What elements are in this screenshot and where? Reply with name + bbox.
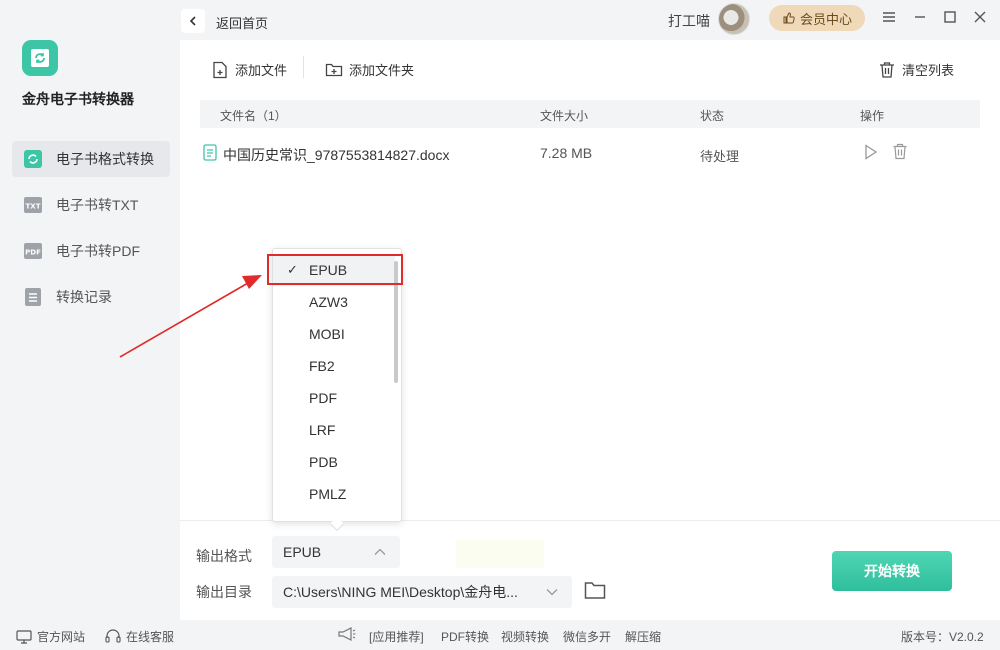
clear-list-label: 清空列表 [902,63,955,78]
format-option-label: PDB [309,454,338,470]
format-option-lrf[interactable]: LRF [273,414,395,446]
svg-text:TXT: TXT [26,203,41,211]
headset-icon [105,629,121,643]
monitor-icon [16,629,32,644]
chevron-up-icon [374,548,386,555]
add-file-button[interactable]: 添加文件 [211,60,287,79]
sidebar-nav: 电子书格式转换 TXT 电子书转TXT PDF 电子书转PDF 转换记录 [12,141,170,325]
play-icon[interactable] [864,144,878,163]
txt-file-icon: TXT [22,194,44,216]
official-website-link[interactable]: 官方网站 [16,628,85,645]
avatar[interactable] [718,3,750,35]
sidebar: 金舟电子书转换器 电子书格式转换 TXT 电子书转TXT PDF 电子书转PDF… [0,0,180,650]
file-status: 待处理 [700,149,740,164]
minimize-icon[interactable] [911,8,929,26]
format-option-mobi[interactable]: MOBI [273,318,395,350]
trash-icon [880,61,894,78]
format-option-label: LRF [309,422,336,438]
app-recommend-label: [应用推荐] [369,630,424,644]
official-website-label: 官方网站 [37,630,86,644]
username[interactable]: 打工喵 [668,11,710,31]
delete-icon[interactable] [892,143,908,163]
start-convert-button[interactable]: 开始转换 [832,551,952,591]
format-option-azw3[interactable]: AZW3 [273,286,395,318]
sidebar-item-format-convert[interactable]: 电子书格式转换 [12,141,170,177]
format-option-pdb[interactable]: PDB [273,446,395,478]
sidebar-item-history[interactable]: 转换记录 [12,279,170,315]
add-folder-label: 添加文件夹 [349,63,415,78]
sidebar-item-label: 转换记录 [56,289,112,305]
output-dir-label: 输出目录 [196,584,252,600]
back-button[interactable] [181,9,205,33]
vip-label: 会员中心 [799,11,852,27]
table-row: 中国历史常识_9787553814827.docx 7.28 MB 待处理 [200,140,980,166]
folder-open-button[interactable] [584,580,606,602]
svg-text:PDF: PDF [25,249,41,257]
format-option-label: PDF [309,390,337,406]
format-option-label: PMLZ [309,486,347,502]
document-icon [203,144,217,164]
output-format-value: EPUB [283,544,322,560]
sidebar-item-label: 电子书转PDF [56,243,140,259]
header-filename: 文件名（1） [220,109,287,123]
app-name: 金舟电子书转换器 [22,91,134,107]
file-size: 7.28 MB [540,145,593,161]
sidebar-item-to-txt[interactable]: TXT 电子书转TXT [12,187,170,223]
add-file-label: 添加文件 [235,63,288,78]
close-icon[interactable] [971,8,989,26]
footer-link-unzip[interactable]: 解压缩 [625,628,661,645]
clear-list-button[interactable]: 清空列表 [878,60,954,79]
vip-center-button[interactable]: 会员中心 [769,5,865,31]
format-option-label: AZW3 [309,294,348,310]
maximize-icon[interactable] [941,8,959,26]
format-option-pmlz[interactable]: PMLZ [273,478,395,510]
footer-link-pdf-convert[interactable]: PDF转换 [441,628,489,645]
format-option-fb2[interactable]: FB2 [273,350,395,382]
format-option-pdf[interactable]: PDF [273,382,395,414]
header-size: 文件大小 [540,109,589,123]
format-option-label: FB2 [309,358,335,374]
format-dropdown-menu: ✓ EPUB AZW3 MOBI FB2 PDF LRF PDB PMLZ RB [272,248,402,522]
folder-icon [584,582,606,599]
online-service-label: 在线客服 [126,630,175,644]
megaphone-icon [337,626,357,642]
selection-highlight-box [267,254,403,285]
chevron-down-icon [546,589,558,596]
file-name: 中国历史常识_9787553814827.docx [223,147,450,163]
version-label: 版本号：V2.0.2 [901,630,984,644]
format-option-label: MOBI [309,326,345,342]
format-option-label: RB [309,518,328,521]
sidebar-item-label: 电子书转TXT [56,197,139,213]
header-status: 状态 [700,109,725,123]
chevron-left-icon [189,16,196,26]
list-doc-icon [22,286,44,308]
footer-link-wechat-multi[interactable]: 微信多开 [563,628,611,645]
refresh-icon [22,148,44,170]
pdf-file-icon: PDF [22,240,44,262]
output-dir-select[interactable]: C:\Users\NING MEI\Desktop\金舟电... [272,576,572,608]
book-refresh-icon [31,49,49,67]
sidebar-item-to-pdf[interactable]: PDF 电子书转PDF [12,233,170,269]
footer: 官方网站 在线客服 [应用推荐] PDF转换 视频转换 微信多开 解压缩 版本号… [0,620,1000,650]
menu-icon[interactable] [880,8,898,26]
thumbs-up-icon [783,12,795,24]
header-action: 操作 [860,109,885,123]
output-format-label: 输出格式 [196,548,252,564]
file-plus-icon [213,61,227,78]
add-folder-button[interactable]: 添加文件夹 [325,60,414,79]
output-format-select[interactable]: EPUB [272,536,400,568]
back-label[interactable]: 返回首页 [216,13,268,32]
output-dir-value: C:\Users\NING MEI\Desktop\金舟电... [283,584,518,600]
folder-plus-icon [325,63,343,76]
toolbar-divider [303,56,304,78]
footer-link-video-convert[interactable]: 视频转换 [501,628,549,645]
file-table-header: 文件名（1） 文件大小 状态 操作 [200,100,980,128]
app-logo [22,40,58,76]
blank-area [456,540,544,568]
sidebar-item-label: 电子书格式转换 [56,151,154,167]
online-service-link[interactable]: 在线客服 [105,628,174,645]
